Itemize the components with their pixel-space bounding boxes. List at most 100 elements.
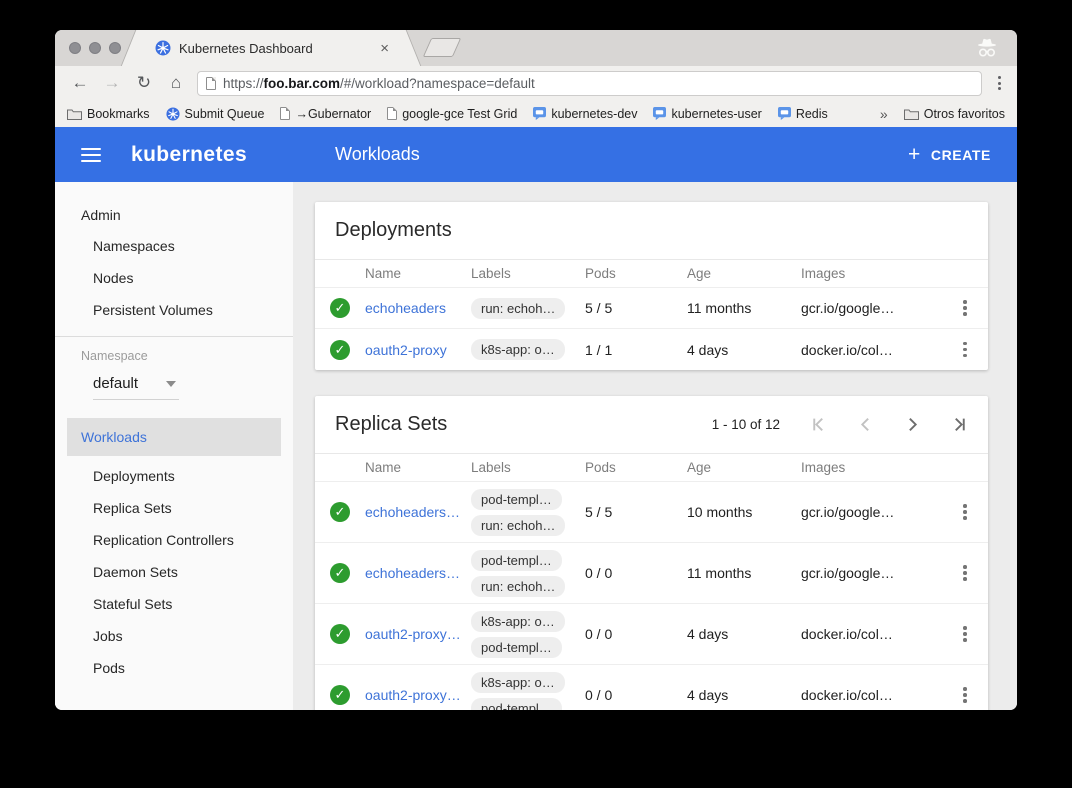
sidebar-item-replication-controllers[interactable]: Replication Controllers (55, 524, 293, 556)
plus-icon: + (908, 143, 921, 167)
images-cell: gcr.io/google… (801, 300, 942, 316)
table-row: ✓ oauth2-proxy… k8s-app: o… pod-templ… 0… (315, 665, 988, 710)
url-text: https://foo.bar.com/#/workload?namespace… (223, 76, 535, 91)
replica-sets-card: Replica Sets 1 - 10 of 12 Name Labels Po… (315, 396, 988, 710)
last-page-button[interactable] (951, 416, 968, 433)
next-page-button[interactable] (904, 416, 921, 433)
label-chip: k8s-app: o… (471, 339, 565, 360)
sidebar-item-stateful-sets[interactable]: Stateful Sets (55, 588, 293, 620)
first-page-button[interactable] (810, 416, 827, 433)
other-bookmarks-folder[interactable]: Otros favoritos (904, 107, 1005, 121)
bookmark-folder-bookmarks[interactable]: Bookmarks (67, 107, 150, 121)
table-row: ✓ oauth2-proxy… k8s-app: o… pod-templ… 0… (315, 604, 988, 665)
replica-sets-card-header: Replica Sets 1 - 10 of 12 (315, 396, 988, 454)
bookmark-kubernetes-user[interactable]: kubernetes-user (653, 107, 761, 121)
replica-set-link[interactable]: echoheaders… (365, 504, 471, 520)
replica-sets-table-header: Name Labels Pods Age Images (315, 454, 988, 482)
age-cell: 11 months (687, 565, 801, 581)
row-actions-menu-button[interactable] (942, 565, 988, 581)
bookmark-submit-queue[interactable]: Submit Queue (166, 107, 265, 121)
sidebar-item-deployments[interactable]: Deployments (55, 460, 293, 492)
app-header: kubernetes Workloads + CREATE (55, 127, 1017, 182)
deployments-card-header: Deployments (315, 202, 988, 260)
label-chip: run: echoh… (471, 576, 565, 597)
deployment-link[interactable]: oauth2-proxy (365, 342, 471, 358)
images-cell: gcr.io/google… (801, 504, 942, 520)
bookmark-gubernator[interactable]: →Gubernator (280, 107, 371, 121)
bookmark-kubernetes-dev[interactable]: kubernetes-dev (533, 107, 637, 121)
page-security-icon[interactable] (206, 77, 216, 90)
chat-icon (533, 107, 546, 120)
row-actions-menu-button[interactable] (942, 504, 988, 520)
label-chip: k8s-app: o… (471, 611, 565, 632)
row-actions-menu-button[interactable] (942, 300, 988, 316)
images-cell: docker.io/col… (801, 342, 942, 358)
table-row: ✓ echoheaders run: echoh… 5 / 5 11 month… (315, 288, 988, 329)
zoom-window-button[interactable] (109, 42, 121, 54)
table-row: ✓ echoheaders… pod-templ… run: echoh… 0 … (315, 543, 988, 604)
namespace-select[interactable]: default (93, 375, 179, 400)
label-chip: pod-templ… (471, 698, 562, 711)
column-name: Name (365, 460, 471, 475)
replica-set-link[interactable]: oauth2-proxy… (365, 687, 471, 703)
deployments-table-header: Name Labels Pods Age Images (315, 260, 988, 288)
age-cell: 4 days (687, 626, 801, 642)
replica-set-link[interactable]: echoheaders… (365, 565, 471, 581)
images-cell: docker.io/col… (801, 687, 942, 703)
bookmarks-overflow-chevron[interactable]: » (880, 106, 888, 122)
sidebar-item-replica-sets[interactable]: Replica Sets (55, 492, 293, 524)
column-labels: Labels (471, 460, 585, 475)
label-chip: pod-templ… (471, 550, 562, 571)
sidebar-item-jobs[interactable]: Jobs (55, 620, 293, 652)
pods-cell: 0 / 0 (585, 565, 687, 581)
create-button[interactable]: + CREATE (908, 143, 991, 167)
chat-icon (778, 107, 791, 120)
main-content: Deployments Name Labels Pods Age Images … (293, 182, 1017, 710)
age-cell: 10 months (687, 504, 801, 520)
sidebar-item-admin[interactable]: Admin (55, 200, 293, 230)
row-actions-menu-button[interactable] (942, 626, 988, 642)
forward-button[interactable]: → (101, 73, 123, 93)
folder-icon (904, 108, 919, 120)
deployment-link[interactable]: echoheaders (365, 300, 471, 316)
sidebar-item-nodes[interactable]: Nodes (55, 262, 293, 294)
images-cell: gcr.io/google… (801, 565, 942, 581)
bookmark-google-gce-test-grid[interactable]: google-gce Test Grid (387, 107, 517, 121)
bookmarks-bar: Bookmarks Submit Queue →Gubernator googl… (55, 100, 1017, 127)
minimize-window-button[interactable] (89, 42, 101, 54)
sidebar-item-workloads[interactable]: Workloads (67, 418, 281, 456)
new-tab-button[interactable] (423, 38, 461, 57)
browser-window: Kubernetes Dashboard × ← → ↻ ⌂ https://f… (55, 30, 1017, 710)
kubernetes-icon (166, 107, 180, 121)
close-window-button[interactable] (69, 42, 81, 54)
browser-tab[interactable]: Kubernetes Dashboard × (137, 30, 405, 66)
label-chip: pod-templ… (471, 489, 562, 510)
status-ok-icon: ✓ (330, 685, 350, 705)
address-bar[interactable]: https://foo.bar.com/#/workload?namespace… (197, 71, 982, 96)
images-cell: docker.io/col… (801, 626, 942, 642)
previous-page-button[interactable] (857, 416, 874, 433)
app-body: Admin Namespaces Nodes Persistent Volume… (55, 182, 1017, 710)
app-logo[interactable]: kubernetes (131, 143, 247, 167)
label-chip: pod-templ… (471, 637, 562, 658)
row-actions-menu-button[interactable] (942, 342, 988, 358)
sidebar-item-namespaces[interactable]: Namespaces (55, 230, 293, 262)
sidebar-item-daemon-sets[interactable]: Daemon Sets (55, 556, 293, 588)
tab-close-icon[interactable]: × (378, 40, 391, 57)
namespace-value: default (93, 375, 138, 392)
status-ok-icon: ✓ (330, 563, 350, 583)
page-title: Workloads (335, 144, 908, 165)
hamburger-menu-icon[interactable] (81, 148, 101, 162)
pods-cell: 5 / 5 (585, 504, 687, 520)
home-button[interactable]: ⌂ (165, 73, 187, 93)
bookmark-redis[interactable]: Redis (778, 107, 828, 121)
row-actions-menu-button[interactable] (942, 687, 988, 703)
label-chip: run: echoh… (471, 298, 565, 319)
reload-button[interactable]: ↻ (133, 73, 155, 93)
browser-menu-button[interactable] (992, 72, 1007, 94)
sidebar-item-pods[interactable]: Pods (55, 652, 293, 684)
back-button[interactable]: ← (69, 73, 91, 93)
age-cell: 4 days (687, 342, 801, 358)
replica-set-link[interactable]: oauth2-proxy… (365, 626, 471, 642)
sidebar-item-persistent-volumes[interactable]: Persistent Volumes (55, 294, 293, 326)
